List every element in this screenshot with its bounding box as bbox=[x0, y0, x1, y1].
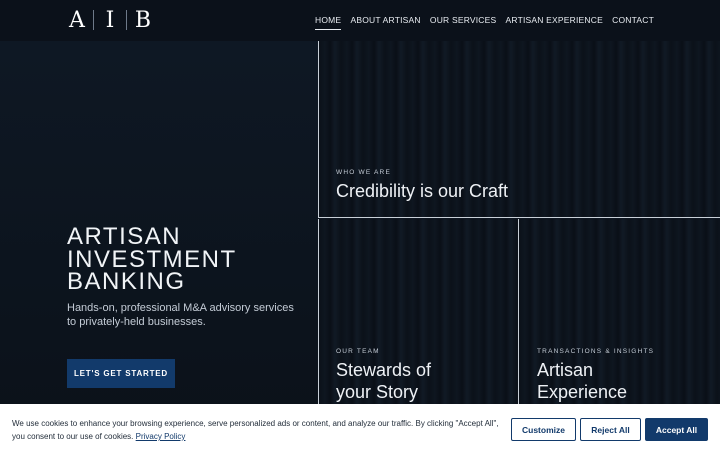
hero-subtitle: Hands-on, professional M&A advisory serv… bbox=[67, 302, 294, 328]
get-started-button[interactable]: LET'S GET STARTED bbox=[67, 359, 175, 388]
panel-title: Artisan Experience bbox=[537, 360, 628, 402]
cookie-message: We use cookies to enhance your browsing … bbox=[12, 417, 502, 443]
privacy-policy-link[interactable]: Privacy Policy bbox=[136, 432, 186, 441]
cookie-banner: We use cookies to enhance your browsing … bbox=[0, 404, 720, 450]
panel-title: Credibility is our Craft bbox=[336, 181, 509, 201]
site-header: A I B HOME ABOUT ARTISAN OUR SERVICES AR… bbox=[0, 0, 720, 41]
who-we-are-panel[interactable]: WHO WE ARE Credibility is our Craft bbox=[318, 41, 720, 218]
accept-all-button[interactable]: Accept All bbox=[645, 418, 708, 441]
main-nav: HOME ABOUT ARTISAN OUR SERVICES ARTISAN … bbox=[315, 15, 654, 30]
panel-eyebrow: OUR TEAM bbox=[336, 348, 380, 355]
nav-home[interactable]: HOME bbox=[315, 15, 342, 30]
panel-eyebrow: TRANSACTIONS & INSIGHTS bbox=[537, 348, 655, 355]
nav-contact[interactable]: CONTACT bbox=[612, 15, 654, 30]
nav-about-artisan[interactable]: ABOUT ARTISAN bbox=[350, 15, 420, 30]
cookie-text: We use cookies to enhance your browsing … bbox=[12, 419, 499, 441]
panel-title: Stewards of your Story bbox=[336, 360, 432, 402]
hero-title-line: BANKING bbox=[67, 268, 186, 295]
hero-title: ARTISAN INVESTMENT BANKING bbox=[67, 225, 317, 295]
logo-letter-i: I bbox=[105, 7, 115, 33]
nav-artisan-experience[interactable]: ARTISAN EXPERIENCE bbox=[506, 15, 603, 30]
logo-letter-a: A bbox=[69, 7, 85, 33]
nav-our-services[interactable]: OUR SERVICES bbox=[430, 15, 496, 30]
panel-eyebrow: WHO WE ARE bbox=[336, 169, 391, 176]
reject-all-button[interactable]: Reject All bbox=[580, 418, 641, 441]
customize-button[interactable]: Customize bbox=[511, 418, 576, 441]
logo[interactable]: A I B bbox=[67, 7, 153, 33]
logo-letter-b: B bbox=[134, 7, 152, 33]
logo-divider bbox=[93, 10, 94, 30]
logo-divider bbox=[126, 10, 127, 30]
